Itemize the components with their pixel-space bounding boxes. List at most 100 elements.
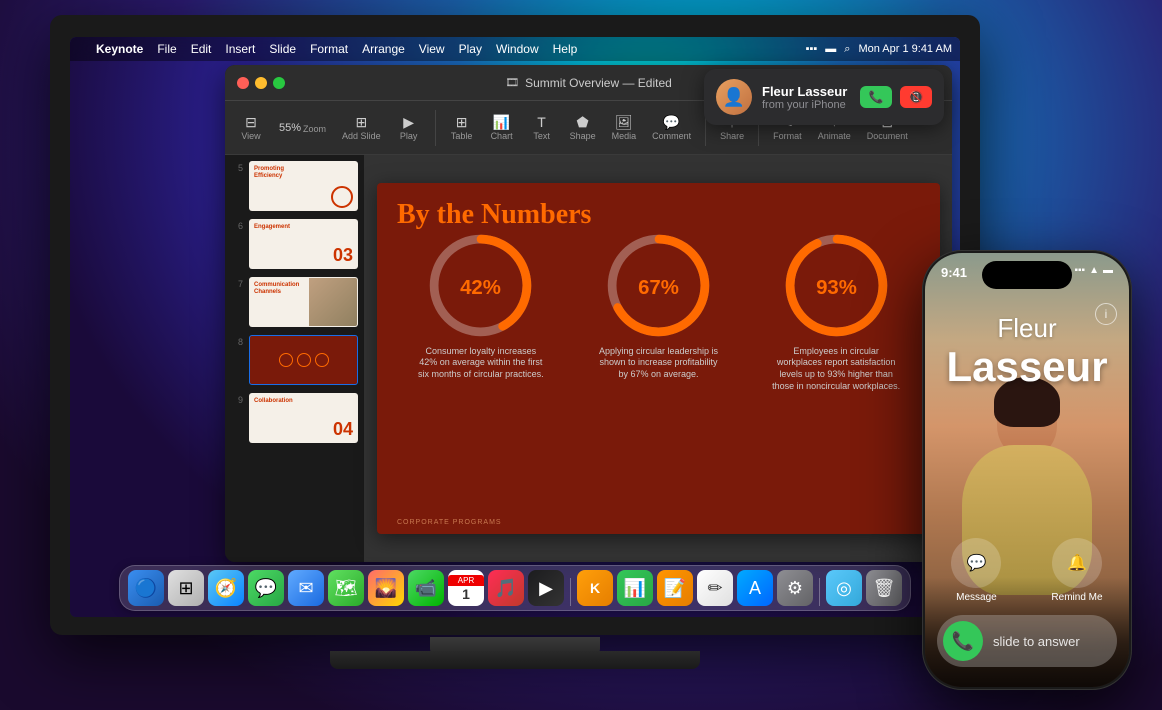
keynote-doc-icon: 🎞 [505, 76, 519, 89]
dock-trash[interactable]: 🗑 [866, 570, 902, 606]
slide8-circle3 [315, 353, 329, 367]
slide-thumb-5[interactable]: PromotingEfficiency [249, 161, 358, 211]
slide-thumb-8[interactable] [249, 335, 358, 385]
answer-phone-button[interactable]: 📞 [943, 621, 983, 661]
keynote-main: 5 PromotingEfficiency 6 Engagement 03 [225, 155, 952, 562]
menubar-items: Document Keynote File Edit Insert Slide … [90, 40, 583, 58]
minimize-button[interactable] [255, 77, 267, 89]
menubar-window[interactable]: Window [490, 40, 545, 58]
donut-svg-2: 67% [606, 233, 711, 338]
menubar-play[interactable]: Play [453, 40, 488, 58]
donut-3-caption: Employees in circular workplaces report … [771, 346, 901, 393]
menubar-datetime: Mon Apr 1 9:41 AM [858, 43, 952, 55]
slide-item-9[interactable]: 9 Collaboration 04 [229, 391, 360, 445]
iphone-status-bar: 9:41 ▪▪▪ ▲ ▬ [925, 253, 1129, 303]
menubar-help[interactable]: Help [547, 40, 584, 58]
toolbar-shape[interactable]: ⬟ Shape [564, 111, 602, 145]
donut-2-caption: Applying circular leadership is shown to… [593, 346, 723, 381]
slide8-circle2 [297, 353, 311, 367]
media-icon: 🖼 [615, 115, 633, 129]
iphone: 9:41 ▪▪▪ ▲ ▬ Fleur Lasseur 💬 Message [922, 250, 1132, 690]
menubar-format[interactable]: Format [304, 40, 354, 58]
slide-number-8: 8 [231, 337, 243, 347]
slide-item-7[interactable]: 7 CommunicationChannels [229, 275, 360, 329]
slide-number-5: 5 [231, 163, 243, 173]
menubar-edit[interactable]: Edit [185, 40, 218, 58]
dock-appstore[interactable]: A [737, 570, 773, 606]
toolbar-play[interactable]: ▶ Play [391, 111, 427, 145]
dock-divider-2 [819, 578, 820, 606]
dock-divider-1 [570, 578, 571, 606]
dock-pages[interactable]: 📝 [657, 570, 693, 606]
dock-photos[interactable]: 🌄 [368, 570, 404, 606]
toolbar-zoom[interactable]: 55% Zoom [273, 118, 332, 138]
accept-call-button[interactable]: 📞 [860, 86, 892, 108]
dock-calendar[interactable]: APR 1 [448, 570, 484, 606]
dock-facetime[interactable]: 📹 [408, 570, 444, 606]
dock-messages[interactable]: 💬 [248, 570, 284, 606]
decline-call-button[interactable]: 📵 [900, 86, 932, 108]
slide9-title: Collaboration [254, 398, 353, 404]
toolbar-add-slide[interactable]: ⊞ Add Slide [336, 111, 387, 145]
slide5-circle [331, 186, 353, 208]
close-button[interactable] [237, 77, 249, 89]
menubar-insert[interactable]: Insert [219, 40, 261, 58]
slide-thumb-6[interactable]: Engagement 03 [249, 219, 358, 269]
dock-screensaver[interactable]: ◎ [826, 570, 862, 606]
dock-keynote[interactable]: K [577, 570, 613, 606]
toolbar-table[interactable]: ⊞ Table [444, 111, 480, 145]
dock: 🔵 ⊞ 🧭 💬 ✉ 🗺 🌄 📹 APR 1 🎵 ▶ K � [119, 565, 911, 611]
message-btn[interactable]: 💬 Message [951, 538, 1001, 603]
menubar-battery-icon: ▬ [825, 43, 836, 55]
toolbar-chart[interactable]: 📊 Chart [484, 111, 520, 145]
slide-panel[interactable]: 5 PromotingEfficiency 6 Engagement 03 [225, 155, 365, 562]
menubar-arrange[interactable]: Arrange [356, 40, 411, 58]
menubar-wifi-icon: ▪▪▪ [806, 43, 818, 55]
toolbar-media[interactable]: 🖼 Media [606, 111, 643, 145]
svg-text:67%: 67% [638, 277, 679, 299]
dock-safari[interactable]: 🧭 [208, 570, 244, 606]
dock-freeform[interactable]: ✏ [697, 570, 733, 606]
slide-to-answer[interactable]: 📞 slide to answer [937, 615, 1117, 667]
dock-settings[interactable]: ⚙ [777, 570, 813, 606]
slide-item-5[interactable]: 5 PromotingEfficiency [229, 159, 360, 213]
dock-music[interactable]: 🎵 [488, 570, 524, 606]
slide-item-6[interactable]: 6 Engagement 03 [229, 217, 360, 271]
slide-canvas[interactable]: By the Numbers 42% [377, 183, 940, 535]
slide-item-8[interactable]: 8 [229, 333, 360, 387]
info-button[interactable]: i [1095, 303, 1117, 325]
slide-thumb-7[interactable]: CommunicationChannels [249, 277, 358, 327]
donut-svg-1: 42% [428, 233, 533, 338]
dock-launchpad[interactable]: ⊞ [168, 570, 204, 606]
remind-btn[interactable]: 🔔 Remind Me [1051, 538, 1102, 603]
slide8-circle1 [279, 353, 293, 367]
menubar-view[interactable]: View [413, 40, 451, 58]
battery-icon: ▬ [1103, 265, 1113, 276]
comment-icon: 💬 [663, 115, 680, 129]
chart-icon: 📊 [493, 115, 510, 129]
message-btn-label: Message [956, 592, 997, 603]
dock-maps[interactable]: 🗺 [328, 570, 364, 606]
slide-view: By the Numbers 42% [365, 155, 952, 562]
toolbar-view[interactable]: ⊟ View [233, 111, 269, 145]
menubar-app-name[interactable]: Keynote [90, 40, 149, 58]
caller-last-name: Lasseur [925, 344, 1129, 390]
menubar-search-icon[interactable]: ⌕ [844, 43, 850, 56]
dock-mail[interactable]: ✉ [288, 570, 324, 606]
view-icon: ⊟ [245, 115, 257, 129]
slide-thumb-9[interactable]: Collaboration 04 [249, 393, 358, 443]
caller-name-area: Fleur Lasseur [925, 313, 1129, 390]
dock-numbers[interactable]: 📊 [617, 570, 653, 606]
call-source: from your iPhone [762, 99, 850, 111]
dock-appletv[interactable]: ▶ [528, 570, 564, 606]
traffic-lights [237, 77, 285, 89]
menubar-file[interactable]: File [151, 40, 182, 58]
dock-finder[interactable]: 🔵 [128, 570, 164, 606]
window-title: 🎞 Summit Overview — Edited [505, 76, 672, 90]
maximize-button[interactable] [273, 77, 285, 89]
menubar-slide[interactable]: Slide [263, 40, 302, 58]
toolbar-comment[interactable]: 💬 Comment [646, 111, 697, 145]
menubar-right: ▪▪▪ ▬ ⌕ Mon Apr 1 9:41 AM [806, 43, 952, 56]
slide5-title: PromotingEfficiency [254, 166, 353, 180]
toolbar-text[interactable]: T Text [524, 111, 560, 145]
